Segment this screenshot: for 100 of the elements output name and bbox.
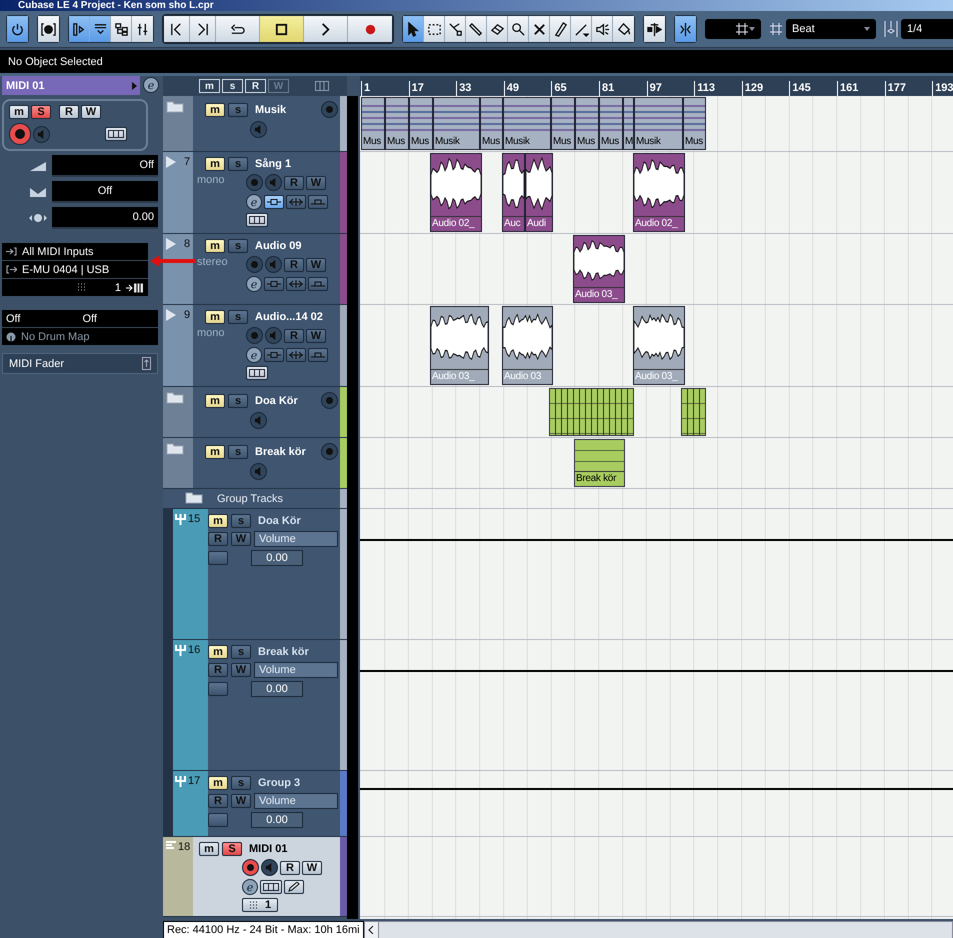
audio-event[interactable]: Audio 02_ bbox=[430, 153, 482, 232]
cycle-button[interactable] bbox=[216, 16, 260, 42]
read-automation-button[interactable]: R bbox=[59, 105, 79, 119]
midi-channel-field[interactable]: 1 bbox=[2, 279, 148, 296]
sends-button[interactable] bbox=[308, 348, 328, 362]
draw-tool[interactable] bbox=[550, 16, 571, 42]
program-field[interactable]: Off bbox=[82, 312, 154, 324]
folder-part[interactable]: Mus bbox=[599, 97, 623, 150]
track-row[interactable]: Group Tracks bbox=[163, 489, 347, 509]
zoom-tool[interactable] bbox=[508, 16, 529, 42]
split-tool[interactable] bbox=[445, 16, 466, 42]
folder-part[interactable]: Mus bbox=[683, 97, 706, 150]
mute-button[interactable]: m bbox=[205, 239, 225, 253]
previous-marker-button[interactable] bbox=[164, 16, 190, 42]
stop-button[interactable] bbox=[260, 16, 304, 42]
lanes-button[interactable] bbox=[246, 366, 268, 380]
mute-button[interactable]: m bbox=[208, 776, 228, 790]
inserts-button[interactable] bbox=[264, 195, 284, 209]
mute-button[interactable]: m bbox=[205, 102, 225, 116]
folder-part[interactable]: Musik bbox=[503, 97, 551, 150]
track-row[interactable]: 17 m s Group 3 R W Volume 0.00 bbox=[163, 771, 347, 837]
write-automation-button[interactable]: W bbox=[302, 860, 322, 874]
color-tool[interactable] bbox=[613, 16, 634, 42]
global-read-button[interactable]: R bbox=[245, 79, 266, 93]
monitor-button[interactable] bbox=[261, 859, 278, 876]
midi-part[interactable]: Break kör bbox=[574, 439, 625, 487]
folder-part[interactable]: Musik bbox=[433, 97, 480, 150]
midi-channel-button[interactable]: 1 bbox=[242, 898, 278, 912]
edit-button[interactable]: e bbox=[143, 77, 159, 93]
midi-part[interactable] bbox=[681, 388, 706, 436]
automation-parameter-field[interactable]: Volume bbox=[254, 531, 338, 547]
read-automation-button[interactable]: R bbox=[280, 860, 300, 874]
pool-button[interactable] bbox=[111, 16, 132, 42]
line-tool[interactable] bbox=[571, 16, 592, 42]
mixer-button[interactable] bbox=[132, 16, 153, 42]
bank-field[interactable]: Off bbox=[6, 312, 78, 324]
sends-button[interactable] bbox=[308, 195, 328, 209]
edit-button[interactable]: e bbox=[246, 347, 262, 363]
mute-button[interactable]: m bbox=[205, 444, 225, 458]
automation-value-field[interactable]: 0.00 bbox=[251, 681, 303, 697]
global-mute-button[interactable]: m bbox=[199, 79, 220, 93]
horizontal-scrollbar[interactable] bbox=[364, 921, 953, 938]
keyboard-button[interactable] bbox=[105, 127, 127, 141]
audio-event[interactable]: Auc bbox=[502, 153, 525, 232]
mute-button[interactable]: m bbox=[205, 310, 225, 324]
track-row[interactable]: 9 m s Audio...14 02 mono R W e bbox=[163, 305, 347, 387]
gain-field[interactable]: Off bbox=[52, 155, 158, 177]
sends-button[interactable] bbox=[308, 277, 328, 291]
folder-part[interactable]: Mus bbox=[551, 97, 575, 150]
scroll-left-button[interactable] bbox=[364, 922, 379, 938]
track-row[interactable]: 18 m S MIDI 01 R W e 1 bbox=[163, 837, 347, 917]
edit-button[interactable]: e bbox=[246, 276, 262, 292]
automation-value-field[interactable]: 0.00 bbox=[251, 550, 303, 566]
folder-part[interactable]: Mus bbox=[409, 97, 433, 150]
overview-button[interactable] bbox=[90, 16, 111, 42]
drum-map-button[interactable] bbox=[284, 880, 304, 894]
object-selection-tool[interactable] bbox=[403, 16, 424, 42]
folder-part[interactable]: Mus bbox=[480, 97, 503, 150]
erase-tool[interactable] bbox=[487, 16, 508, 42]
lanes-button[interactable] bbox=[246, 213, 268, 227]
automation-lanes-button[interactable] bbox=[208, 813, 228, 827]
audio-event[interactable]: Audi bbox=[525, 153, 553, 232]
track-row[interactable]: m s Doa Kör bbox=[163, 387, 347, 438]
input-routing-field[interactable]: All MIDI Inputs bbox=[2, 243, 148, 261]
range-selection-tool[interactable] bbox=[424, 16, 445, 42]
automation-value-field[interactable]: 0.00 bbox=[251, 812, 303, 828]
mute-tool[interactable] bbox=[529, 16, 550, 42]
eq-button[interactable] bbox=[286, 348, 306, 362]
drum-map-field[interactable]: No Drum Map bbox=[21, 330, 90, 342]
folder-part[interactable]: Mus bbox=[385, 97, 409, 150]
mute-button[interactable]: m bbox=[199, 842, 219, 856]
track-row[interactable]: 15 m s Doa Kör R W Volume 0.00 bbox=[163, 509, 347, 640]
mute-button[interactable]: m bbox=[205, 394, 225, 408]
quantize-dropdown[interactable]: 1/4 bbox=[901, 19, 953, 39]
track-row[interactable]: 16 m s Break kör R W Volume 0.00 bbox=[163, 640, 347, 771]
solo-button[interactable]: S bbox=[222, 842, 242, 856]
midi-part[interactable] bbox=[549, 388, 634, 436]
snap-type-dropdown[interactable] bbox=[705, 19, 761, 39]
edit-button[interactable]: e bbox=[242, 879, 258, 895]
automation-lanes-button[interactable] bbox=[208, 551, 228, 565]
midi-fader-section[interactable]: MIDI Fader bbox=[2, 353, 158, 374]
grid-dropdown[interactable]: Beat bbox=[786, 19, 876, 39]
track-row[interactable]: 7 m s Sång 1 mono R W e bbox=[163, 152, 347, 234]
audio-event[interactable]: Audio 02_ bbox=[633, 153, 685, 232]
automation-line[interactable] bbox=[360, 788, 953, 790]
write-automation-button[interactable]: W bbox=[81, 105, 101, 119]
record-enable-button[interactable] bbox=[242, 859, 259, 876]
bar-ruler[interactable]: 1 17 33 49 65 81 97 113 129 145 161 177 193 bbox=[360, 76, 953, 96]
automation-parameter-field[interactable]: Volume bbox=[254, 793, 338, 809]
mute-button[interactable]: m bbox=[9, 105, 29, 119]
transpose-field[interactable]: Off bbox=[52, 181, 158, 203]
next-marker-button[interactable] bbox=[190, 16, 216, 42]
mute-button[interactable]: m bbox=[205, 157, 225, 171]
inspector-button[interactable] bbox=[69, 16, 90, 42]
folder-part[interactable]: Mus bbox=[575, 97, 599, 150]
global-solo-button[interactable]: s bbox=[222, 79, 243, 93]
play-tool[interactable] bbox=[592, 16, 613, 42]
edit-button[interactable]: e bbox=[246, 194, 262, 210]
keyboard-button[interactable] bbox=[260, 880, 282, 894]
solo-button[interactable]: S bbox=[31, 105, 51, 119]
